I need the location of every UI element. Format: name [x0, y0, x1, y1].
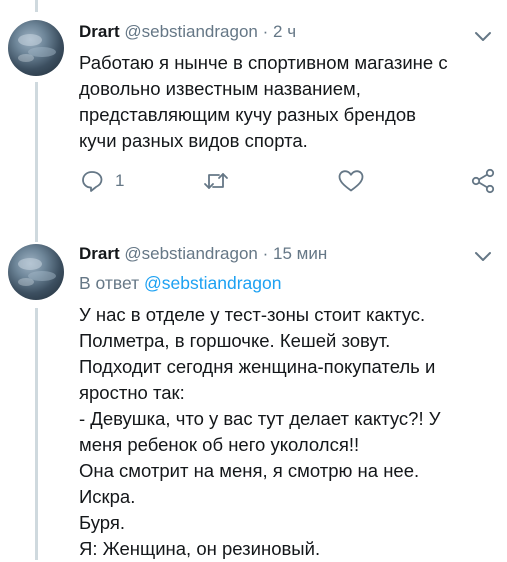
chevron-down-icon[interactable]	[473, 250, 493, 264]
tweet-text-line: Она смотрит на меня, я смотрю на нее.	[79, 460, 420, 481]
tweet-text-line: Полметра, в горшочке. Кешей зовут.	[79, 330, 391, 351]
tweet-text-line: - Девушка, что у вас тут делает кактус?!…	[79, 408, 441, 429]
tweet-text-line: кучи разных видов спорта.	[79, 130, 308, 151]
avatar[interactable]	[8, 244, 64, 300]
author-handle[interactable]: @sebstiandragon	[124, 244, 258, 263]
avatar[interactable]	[8, 20, 64, 76]
reply-button[interactable]: 1	[79, 166, 124, 196]
tweet-text-line: довольно известным названием,	[79, 78, 361, 99]
tweet-1[interactable]: Drart @sebstiandragon · 2 ч Работаю я ны…	[0, 0, 507, 230]
tweet-text-line: У нас в отделе у тест-зоны стоит кактус.	[79, 304, 426, 325]
reply-count: 1	[115, 171, 125, 190]
tweet-text-line: яростно так:	[79, 382, 185, 403]
tweet-actions: 1	[79, 166, 499, 196]
author-handle[interactable]: @sebstiandragon	[124, 22, 258, 41]
tweet-text-line: Искра.	[79, 486, 136, 507]
tweet-header: Drart @sebstiandragon · 15 мин	[79, 244, 327, 264]
timestamp[interactable]: 15 мин	[273, 244, 327, 263]
reply-prefix: В ответ	[79, 273, 140, 293]
chevron-down-icon[interactable]	[473, 30, 493, 44]
retweet-icon	[204, 173, 228, 189]
tweet-header: Drart @sebstiandragon · 2 ч	[79, 22, 296, 42]
like-button[interactable]	[337, 166, 365, 196]
author-name[interactable]: Drart	[79, 244, 120, 263]
tweet-text-line: меня ребенок об него укололся!!	[79, 434, 360, 455]
tweet-text-line: Буря.	[79, 512, 126, 533]
timestamp[interactable]: 2 ч	[273, 22, 296, 41]
retweet-button[interactable]	[202, 166, 230, 196]
reply-mention-link[interactable]: @sebstiandragon	[144, 273, 281, 293]
like-icon	[338, 170, 364, 192]
tweet-text-line: Работаю я нынче в спортивном магазине с	[79, 52, 448, 73]
separator-dot: ·	[262, 22, 269, 41]
tweet-text-line: представляющим кучу разных брендов	[79, 104, 416, 125]
reply-context: В ответ @sebstiandragon	[79, 273, 281, 294]
tweet-text-line: Я: Женщина, он резиновый.	[79, 538, 321, 559]
tweet-2[interactable]: Drart @sebstiandragon · 15 мин В ответ @…	[0, 230, 507, 560]
author-name[interactable]: Drart	[79, 22, 120, 41]
share-icon	[471, 168, 495, 194]
tweet-text: Работаю я нынче в спортивном магазине с …	[79, 50, 499, 154]
separator-dot: ·	[262, 244, 269, 263]
share-button[interactable]	[469, 166, 497, 196]
tweet-text: У нас в отделе у тест-зоны стоит кактус.…	[79, 302, 499, 562]
reply-icon	[82, 171, 103, 192]
tweet-text-line: Подходит сегодня женщина-покупатель и	[79, 356, 436, 377]
